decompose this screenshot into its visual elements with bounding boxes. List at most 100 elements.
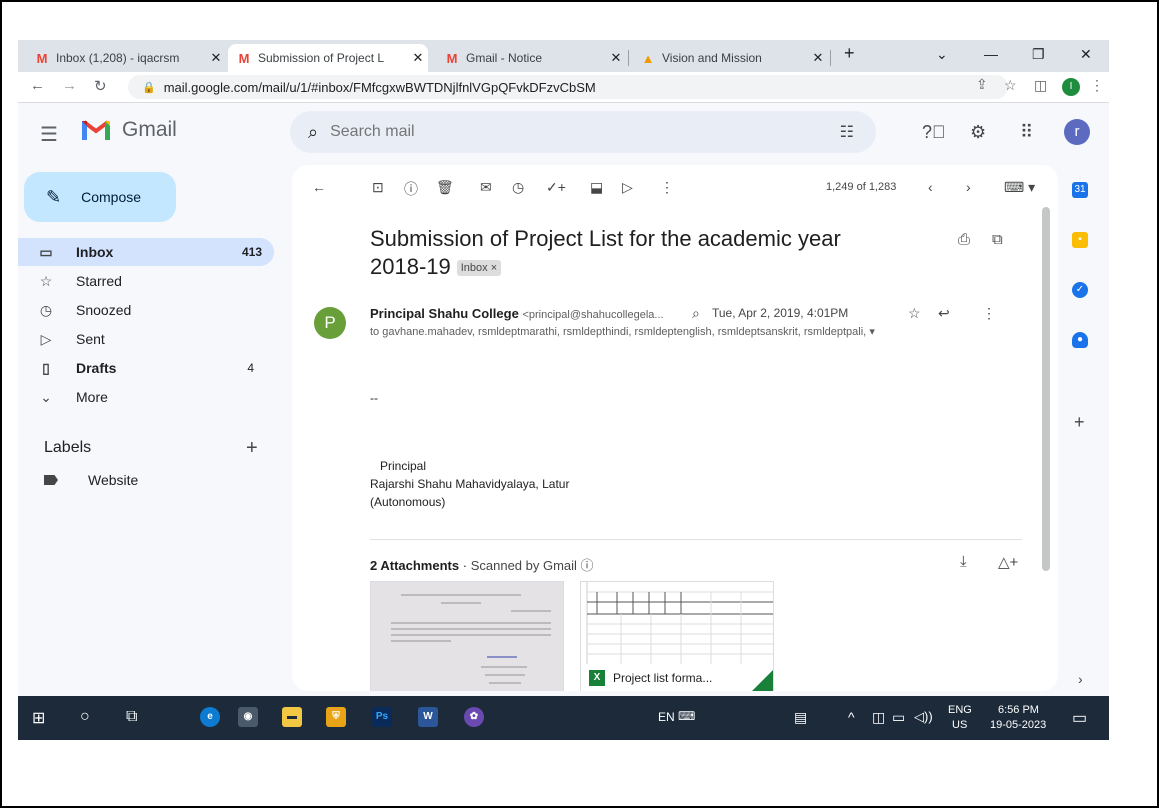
forward-arrow-icon[interactable]: → xyxy=(62,77,77,94)
tasks-icon[interactable]: ✓ xyxy=(1072,282,1088,298)
sidebar-item-more[interactable]: ⌄ More xyxy=(18,383,274,411)
language-bottom[interactable]: US xyxy=(952,719,967,731)
account-avatar[interactable]: r xyxy=(1064,119,1090,145)
keep-icon[interactable]: ▪ xyxy=(1072,232,1088,248)
search-options-icon[interactable]: ☷ xyxy=(840,122,854,142)
recipients-line[interactable]: to gavhane.mahadev, rsmldeptmarathi, rsm… xyxy=(370,325,1010,338)
add-to-drive-icon[interactable]: △+ xyxy=(998,553,1018,571)
news-widget-icon[interactable]: ▤ xyxy=(794,709,807,726)
reply-icon[interactable]: ↩ xyxy=(938,305,950,322)
reload-icon[interactable]: ↻ xyxy=(94,77,107,95)
older-chevron-icon[interactable]: › xyxy=(966,179,971,195)
sidebar-item-inbox[interactable]: ▭ Inbox 413 xyxy=(18,238,274,266)
sidebar-item-drafts[interactable]: ▯ Drafts 4 xyxy=(18,354,274,382)
open-new-window-icon[interactable]: ⧉ xyxy=(992,231,1003,248)
close-icon[interactable]: ✕ xyxy=(606,50,626,66)
volume-icon[interactable]: ◁)) xyxy=(914,709,933,725)
recipients-expand-icon[interactable]: ▾ xyxy=(869,326,875,338)
add-label-button[interactable]: + xyxy=(246,437,258,460)
tab-gmail-notice[interactable]: M Gmail - Notice ✕ xyxy=(436,44,626,72)
tray-chevron-up-icon[interactable]: ^ xyxy=(848,709,855,725)
file-explorer-icon[interactable]: ▬ xyxy=(282,707,302,727)
apps-grid-icon[interactable]: ⠿ xyxy=(1020,122,1033,143)
inbox-label-chip[interactable]: Inbox × xyxy=(456,260,502,277)
sidebar-item-starred[interactable]: ☆ Starred xyxy=(18,267,274,295)
tab-submission[interactable]: M Submission of Project L ✕ xyxy=(228,44,428,72)
keyboard-icon[interactable]: ⌨ xyxy=(678,709,695,723)
help-icon[interactable]: ?⃝ xyxy=(922,122,946,143)
get-addons-button[interactable]: + xyxy=(1074,412,1085,433)
restore-button[interactable]: ❐ xyxy=(1032,46,1045,63)
label-icon[interactable]: ▷ xyxy=(622,179,633,196)
back-arrow-icon[interactable]: ← xyxy=(30,77,45,94)
tab-search-chevron-icon[interactable]: ⌄ xyxy=(936,46,948,63)
mark-unread-icon[interactable]: ✉ xyxy=(480,179,492,196)
more-options-icon[interactable]: ⋮ xyxy=(660,179,674,196)
search-icon[interactable]: ○ xyxy=(80,708,90,726)
snooze-icon[interactable]: ◷ xyxy=(512,179,524,196)
input-tools-icon[interactable]: ⌨ ▾ xyxy=(1004,179,1035,196)
settings-gear-icon[interactable]: ⚙ xyxy=(970,122,986,143)
share-icon[interactable]: ⇪ xyxy=(976,76,988,93)
search-icon[interactable]: ⌕ xyxy=(308,122,318,143)
label-website[interactable]: Website xyxy=(44,472,138,488)
scrollbar[interactable] xyxy=(1042,207,1050,571)
input-language[interactable]: EN xyxy=(658,710,675,724)
contacts-icon[interactable]: ● xyxy=(1072,332,1088,348)
compose-button[interactable]: ✎ Compose xyxy=(24,172,176,222)
chrome-profile-avatar[interactable]: I xyxy=(1062,78,1080,96)
close-icon[interactable]: ✕ xyxy=(206,50,226,66)
show-side-panel-chevron-icon[interactable]: › xyxy=(1078,671,1083,687)
side-panel-icon[interactable]: ◫ xyxy=(1034,77,1047,94)
message-more-icon[interactable]: ⋮ xyxy=(982,305,996,322)
attachment-notice[interactable] xyxy=(370,581,564,691)
add-task-icon[interactable]: ✓+ xyxy=(546,179,566,196)
excel-corner-icon xyxy=(751,670,773,691)
task-view-icon[interactable]: ⧉ xyxy=(126,708,137,726)
search-bar[interactable]: ⌕ ☷ xyxy=(290,111,876,153)
doc-line xyxy=(391,640,451,642)
close-icon[interactable]: ✕ xyxy=(808,50,828,66)
tab-inbox[interactable]: M Inbox (1,208) - iqacrsm ✕ xyxy=(26,44,226,72)
draft-count: 4 xyxy=(247,361,254,375)
new-tab-button[interactable]: + xyxy=(844,43,855,64)
network-icon[interactable]: ▭ xyxy=(892,709,905,726)
meet-now-icon[interactable]: ◫ xyxy=(872,709,885,726)
search-input[interactable] xyxy=(328,122,840,142)
paint-icon[interactable]: ✿ xyxy=(464,707,484,727)
move-to-icon[interactable]: ⬓ xyxy=(590,179,603,196)
word-icon[interactable]: W xyxy=(418,707,438,727)
chrome-icon[interactable]: ◉ xyxy=(238,707,258,727)
sidebar-item-sent[interactable]: ▷ Sent xyxy=(18,325,274,353)
notifications-icon[interactable]: ▭ xyxy=(1072,708,1087,728)
star-icon[interactable]: ☆ xyxy=(908,305,921,322)
main-menu-icon[interactable]: ☰ xyxy=(40,122,58,147)
language-top[interactable]: ENG xyxy=(948,704,972,716)
window-close-button[interactable]: ✕ xyxy=(1080,46,1092,63)
gmail-logo-icon[interactable] xyxy=(82,118,110,140)
sender-line: Principal Shahu College <principal@shahu… xyxy=(370,306,664,321)
newer-chevron-icon[interactable]: ‹ xyxy=(928,179,933,195)
clock-date[interactable]: 19-05-2023 xyxy=(990,719,1046,731)
clock-time[interactable]: 6:56 PM xyxy=(998,704,1039,716)
tab-vision-mission[interactable]: ▲ Vision and Mission ✕ xyxy=(632,44,828,72)
photoshop-icon[interactable]: Ps xyxy=(372,707,392,727)
attachment-project-list[interactable]: X Project list forma... xyxy=(580,581,774,691)
print-icon[interactable]: ⎙ xyxy=(958,231,970,248)
delete-icon[interactable]: 🗑 xyxy=(436,179,454,196)
calendar-icon[interactable]: 31 xyxy=(1072,182,1088,198)
windows-start-icon[interactable]: ⊞ xyxy=(32,708,45,728)
download-all-icon[interactable]: ⤓ xyxy=(960,553,967,570)
edge-icon[interactable]: e xyxy=(200,707,220,727)
close-icon[interactable]: ✕ xyxy=(408,50,428,66)
archive-icon[interactable]: ⊡ xyxy=(372,179,384,196)
bookmark-star-icon[interactable]: ☆ xyxy=(1004,77,1017,94)
security-shield-icon[interactable]: ⛨ xyxy=(326,707,346,727)
address-bar[interactable]: 🔒 mail.google.com/mail/u/1/#inbox/FMfcgx… xyxy=(128,75,1008,99)
report-spam-icon[interactable]: ⓘ xyxy=(404,179,418,199)
back-to-inbox-icon[interactable]: ← xyxy=(312,179,326,195)
chrome-menu-icon[interactable]: ⋮ xyxy=(1090,77,1104,94)
minimize-button[interactable]: — xyxy=(984,46,998,62)
sender-name[interactable]: Principal Shahu College xyxy=(370,306,519,321)
sidebar-item-snoozed[interactable]: ◷ Snoozed xyxy=(18,296,274,324)
